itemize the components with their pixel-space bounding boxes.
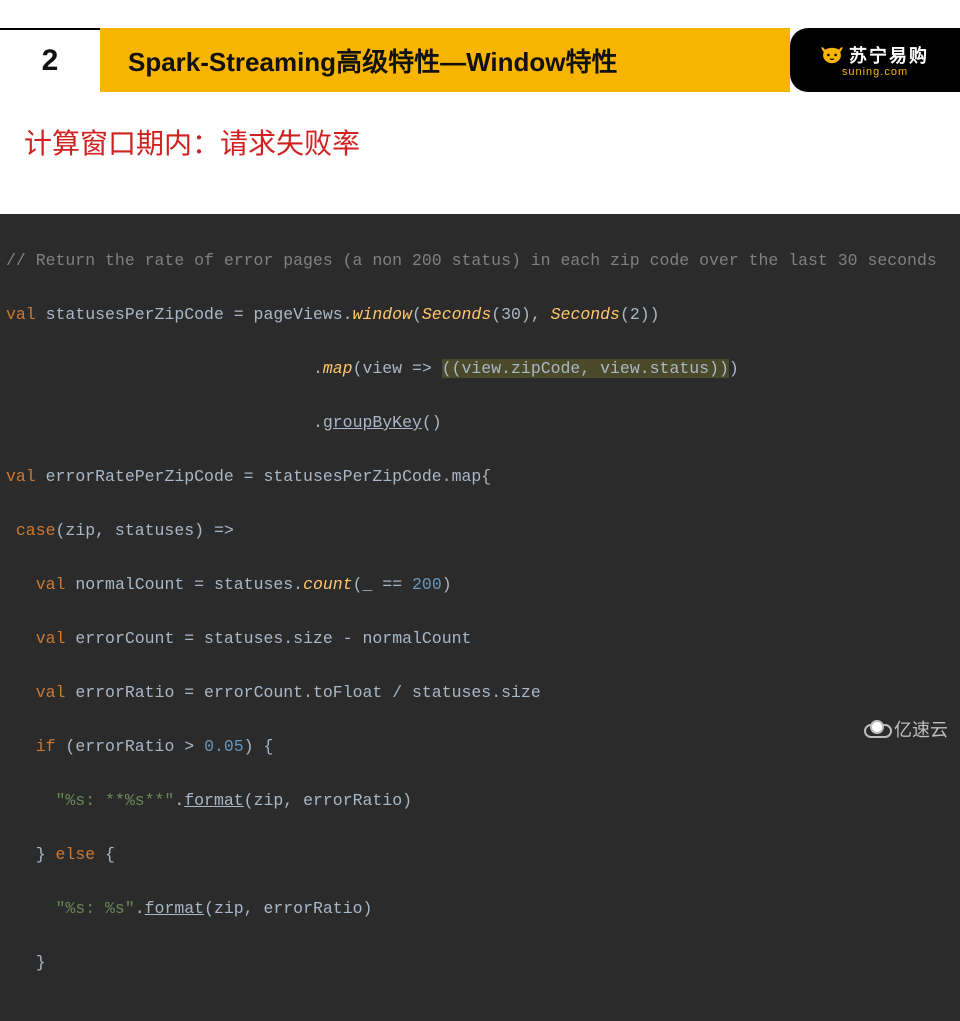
code-block: // Return the rate of error pages (a non… [0, 214, 960, 1021]
code-comment: // Return the rate of error pages (a non… [6, 251, 937, 270]
slide-title: Spark-Streaming高级特性—Window特性 [100, 28, 790, 92]
lion-icon [821, 46, 843, 64]
section-title: 计算窗口期内：请求失败率 [24, 122, 960, 162]
slide-header: 2 Spark-Streaming高级特性—Window特性 苏宁易购 suni… [0, 28, 960, 92]
cloud-icon [862, 720, 890, 738]
brand-text: 苏宁易购 [849, 42, 929, 68]
slide-number: 2 [0, 28, 100, 92]
brand-badge: 苏宁易购 suning.com [790, 28, 960, 92]
highlighted-tuple: ((view.zipCode, view.status)) [442, 359, 729, 378]
brand-subtext: suning.com [842, 66, 908, 78]
